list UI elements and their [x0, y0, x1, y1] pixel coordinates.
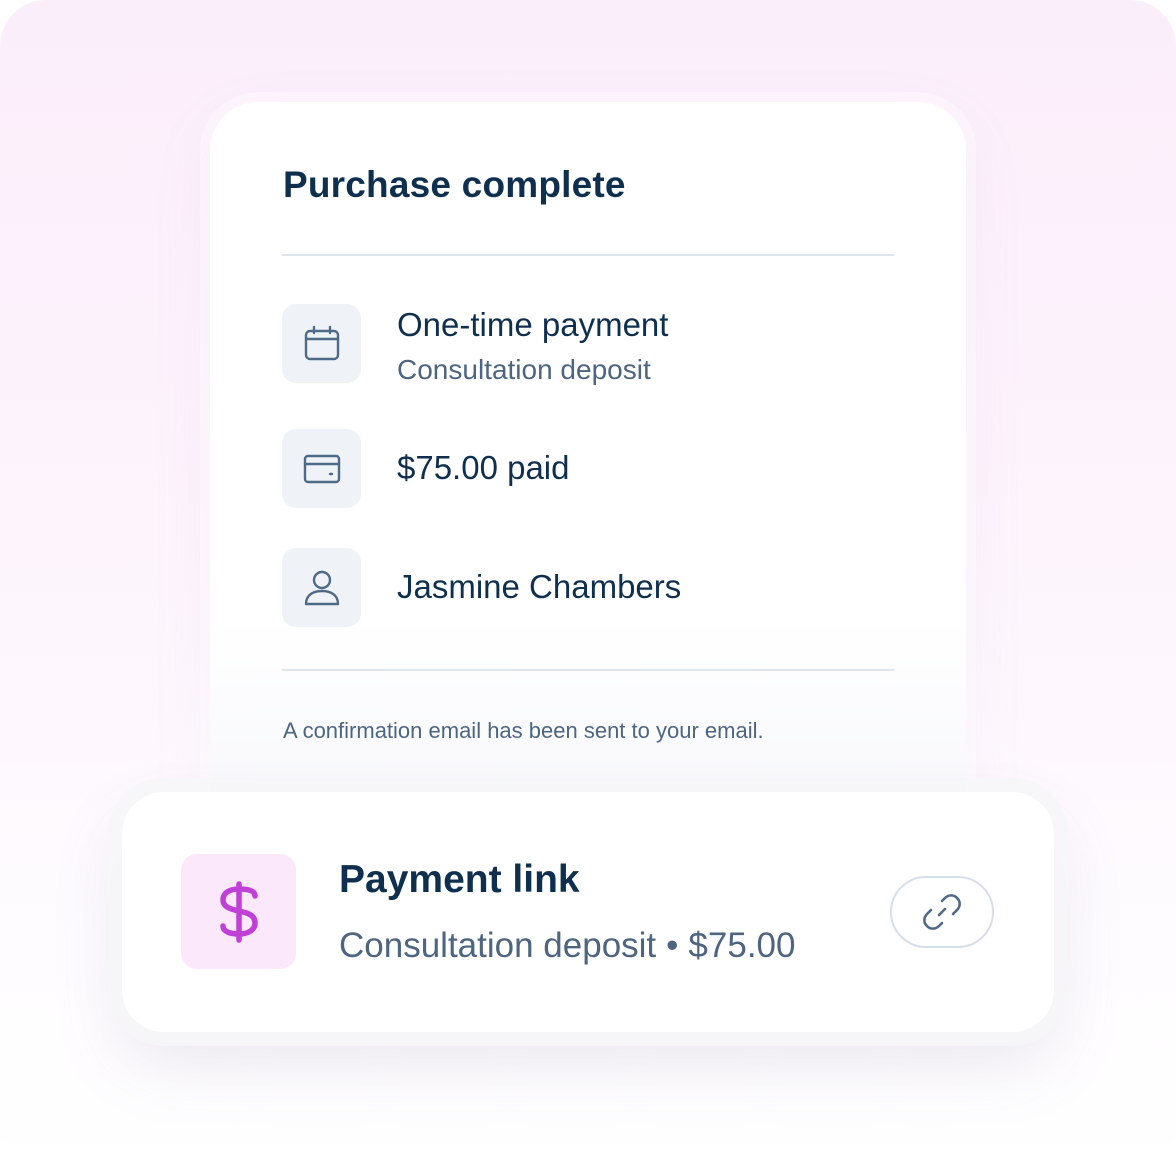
- icon-tile: [282, 548, 361, 627]
- copy-link-button[interactable]: [890, 876, 994, 948]
- receipt-title: Purchase complete: [283, 164, 626, 205]
- receipt-row-payment-type: One-time payment Consultation deposit: [282, 304, 894, 385]
- payment-link-card[interactable]: Payment link Consultation deposit • $75.00: [122, 792, 1054, 1032]
- receipt-row-customer: Jasmine Chambers: [282, 548, 894, 628]
- receipt-row-amount: $75.00 paid: [282, 429, 894, 509]
- link-icon: [923, 894, 961, 930]
- separator-dot: •: [666, 926, 679, 965]
- receipt-row-subtitle: Consultation deposit: [397, 354, 651, 385]
- payment-link-amount: $75.00: [688, 926, 796, 965]
- payment-link-title: Payment link: [339, 858, 580, 901]
- calendar-icon: [304, 325, 339, 360]
- dollar-icon-tile: [181, 854, 296, 969]
- divider: [282, 669, 894, 671]
- icon-tile: [282, 429, 361, 508]
- receipt-row-title: One-time payment: [397, 306, 669, 343]
- payment-link-description: Consultation deposit • $75.00: [339, 926, 795, 966]
- receipt-row-title: $75.00 paid: [397, 449, 570, 486]
- user-icon: [304, 570, 339, 605]
- wallet-icon: [303, 454, 340, 483]
- confirmation-note: A confirmation email has been sent to yo…: [283, 718, 764, 743]
- receipt-row-title: Jasmine Chambers: [397, 568, 682, 605]
- dollar-icon: [219, 880, 258, 943]
- purchase-receipt-card: Purchase complete One-time payment Consu…: [210, 102, 966, 842]
- divider: [282, 254, 894, 256]
- payment-link-item: Consultation deposit: [339, 926, 657, 965]
- icon-tile: [282, 304, 361, 383]
